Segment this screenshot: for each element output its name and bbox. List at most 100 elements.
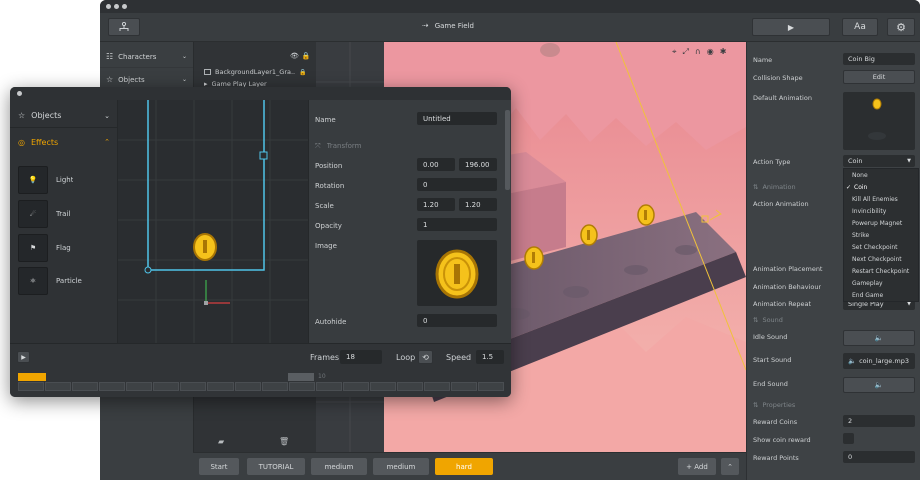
collision-shape-label: Collision Shape	[753, 74, 803, 82]
coin-sprite[interactable]	[580, 224, 598, 246]
expand-icon[interactable]: ⤢	[683, 47, 689, 57]
frame-cell[interactable]	[288, 382, 315, 391]
frame-cell[interactable]	[45, 382, 72, 391]
frame-cell[interactable]	[478, 382, 505, 391]
level-chip-start[interactable]: Start	[199, 458, 239, 475]
speed-input[interactable]: 1.5	[476, 350, 504, 364]
add-level-button[interactable]: + Add	[678, 458, 716, 475]
dropdown-option[interactable]: Strike	[844, 229, 918, 241]
dropdown-option[interactable]: Set Checkpoint	[844, 241, 918, 253]
trash-icon[interactable]: 🗑	[279, 437, 289, 446]
dropdown-option[interactable]: Next Checkpoint	[844, 253, 918, 265]
level-chip-medium[interactable]: medium	[373, 458, 429, 475]
timeline-track[interactable]: 10	[18, 373, 505, 391]
close-window-dot[interactable]	[17, 91, 22, 96]
dropdown-option[interactable]: Gameplay	[844, 277, 918, 289]
eye-icon[interactable]: ◉	[707, 47, 714, 57]
frame-cell[interactable]	[423, 382, 450, 391]
level-chip-medium[interactable]: medium	[311, 458, 367, 475]
frame-cell[interactable]	[126, 382, 153, 391]
editor-properties: Name Untitled ⤧ Transform Position 0.00 1…	[308, 100, 511, 343]
minimize-window-dot[interactable]	[114, 4, 119, 9]
end-sound-button[interactable]: 🔈	[843, 377, 915, 393]
close-window-dot[interactable]	[106, 4, 111, 9]
dropdown-option[interactable]: End Game	[844, 289, 918, 301]
editor-viewport[interactable]	[118, 100, 308, 343]
frame-cell[interactable]	[261, 382, 288, 391]
scene-tree-button[interactable]	[108, 18, 140, 36]
level-chip-hard[interactable]: hard	[435, 458, 493, 475]
opacity-input[interactable]: 1	[417, 218, 497, 231]
frame-cell[interactable]	[234, 382, 261, 391]
scale-y-input[interactable]: 1.20	[459, 198, 497, 211]
scale-x-input[interactable]: 1.20	[417, 198, 455, 211]
effect-trail[interactable]: ☄ Trail	[18, 200, 70, 228]
settings-button[interactable]: ⚙	[887, 18, 915, 36]
objects-tab[interactable]: ☆ Objects ⌄	[10, 104, 118, 128]
image-preview[interactable]	[417, 240, 497, 306]
coin-sprite[interactable]	[193, 233, 217, 261]
play-button[interactable]: ▶	[752, 18, 830, 36]
dropdown-option[interactable]: Kill All Enemies	[844, 193, 918, 205]
timeline-keyframe[interactable]	[288, 373, 314, 381]
lock-icon[interactable]: 🔒	[302, 52, 311, 60]
start-sound-field[interactable]: 🔈 coin_large.mp3	[843, 353, 915, 369]
frame-cell[interactable]	[315, 382, 342, 391]
dropdown-option-selected[interactable]: ✓ Coin	[844, 181, 918, 193]
idle-sound-button[interactable]: 🔈	[843, 330, 915, 346]
effect-flag[interactable]: ⚑ Flag	[18, 234, 71, 262]
timeline-keyframe[interactable]	[18, 373, 46, 381]
dropdown-option[interactable]: None	[844, 169, 918, 181]
level-chip-tutorial[interactable]: TUTORIAL	[247, 458, 305, 475]
effects-tab[interactable]: ◎ Effects ⌃	[10, 130, 118, 154]
frame-cell[interactable]	[18, 382, 45, 391]
effect-light[interactable]: 💡 Light	[18, 166, 73, 194]
coin-sprite[interactable]	[524, 246, 544, 270]
position-x-input[interactable]: 0.00	[417, 158, 455, 171]
action-type-select[interactable]: Coin ▼	[843, 155, 915, 167]
bug-icon[interactable]: ✱	[720, 47, 727, 57]
name-input[interactable]: Untitled	[417, 112, 497, 125]
frame-cell[interactable]	[369, 382, 396, 391]
edit-collision-button[interactable]: Edit	[843, 70, 915, 84]
frame-cell[interactable]	[99, 382, 126, 391]
frame-cell[interactable]	[342, 382, 369, 391]
properties-scrollbar[interactable]	[505, 110, 510, 190]
magnet-icon[interactable]: ∩	[695, 47, 701, 57]
zoom-window-dot[interactable]	[122, 4, 127, 9]
chevron-down-icon: ⌄	[104, 111, 110, 120]
dropdown-option[interactable]: Powerup Magnet	[844, 217, 918, 229]
frame-cell[interactable]	[72, 382, 99, 391]
eye-icon[interactable]: 👁	[290, 52, 299, 60]
frame-cell[interactable]	[451, 382, 478, 391]
position-y-input[interactable]: 196.00	[459, 158, 497, 171]
reward-coins-input[interactable]: 2	[843, 415, 915, 427]
frame-cell[interactable]	[153, 382, 180, 391]
frame-cell[interactable]	[207, 382, 234, 391]
dropdown-option[interactable]: Invincibility	[844, 205, 918, 217]
objects-tab-label: Objects	[31, 111, 62, 120]
layer-row[interactable]: BackgroundLayer1_Gra... 🔒	[194, 66, 317, 78]
rotation-input[interactable]: 0	[417, 178, 497, 191]
bulb-icon: 💡	[18, 166, 48, 194]
timeline-play-button[interactable]: ▶	[17, 351, 30, 363]
dropdown-option[interactable]: Restart Checkpoint	[844, 265, 918, 277]
coin-sprite[interactable]	[637, 204, 655, 226]
loop-toggle[interactable]: ⟲	[418, 350, 433, 364]
frames-input[interactable]: 18	[340, 350, 382, 364]
reward-points-input[interactable]: 0	[843, 451, 915, 463]
lock-icon[interactable]: 🔒	[299, 69, 306, 76]
name-input[interactable]: Coin Big	[843, 53, 915, 65]
collapse-button[interactable]: ⌃	[721, 458, 739, 475]
frame-cell[interactable]	[180, 382, 207, 391]
autohide-input[interactable]: 0	[417, 314, 497, 327]
sidebar-item-label: Characters	[118, 52, 157, 61]
effect-particle[interactable]: ⚛ Particle	[18, 267, 82, 295]
folder-icon[interactable]: ▰	[218, 437, 224, 446]
frame-cell[interactable]	[396, 382, 423, 391]
font-button[interactable]: Aa	[842, 18, 878, 36]
default-animation-preview[interactable]	[843, 92, 915, 150]
crosshair-icon[interactable]: ⌖	[672, 47, 677, 57]
sidebar-item-characters[interactable]: ☷ Characters ⌄	[100, 46, 193, 68]
show-coin-reward-checkbox[interactable]	[843, 433, 854, 444]
